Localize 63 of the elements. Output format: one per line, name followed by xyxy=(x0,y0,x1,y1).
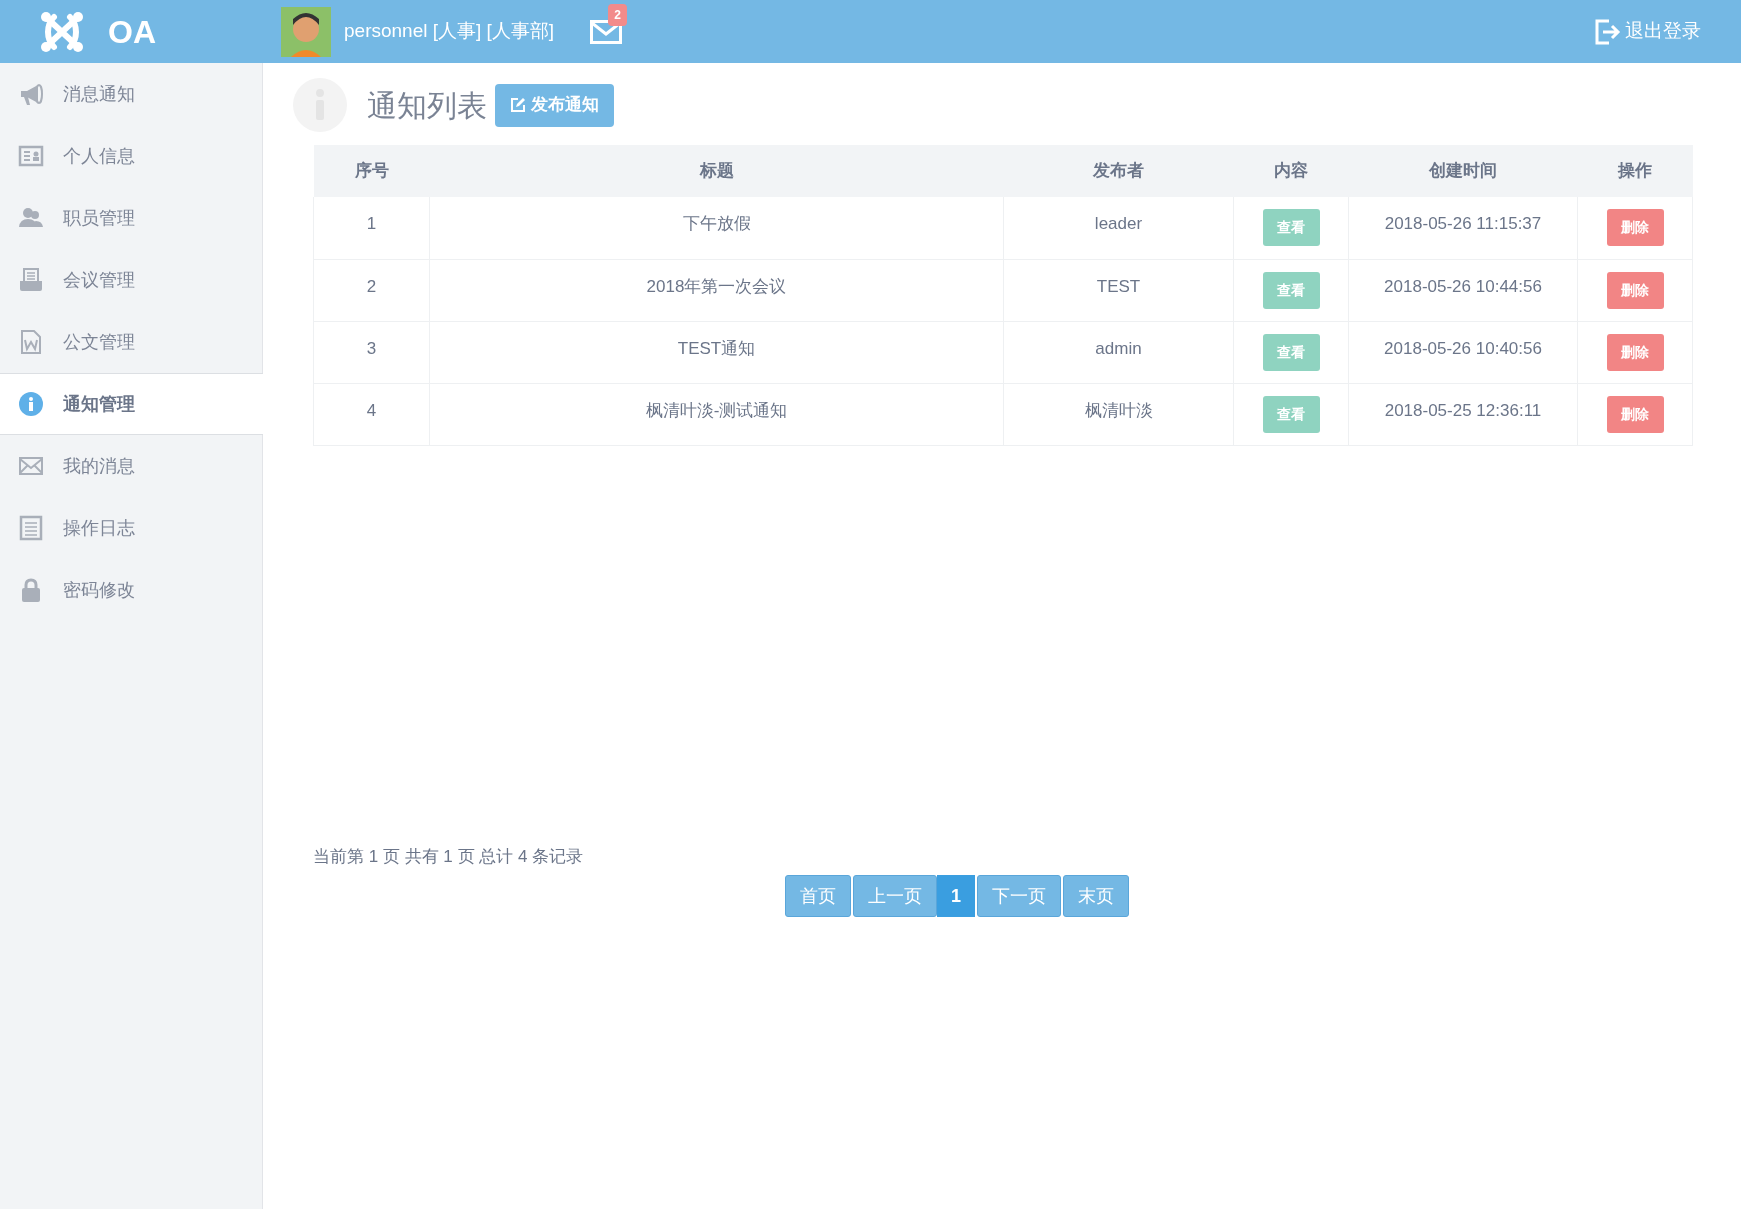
delete-button[interactable]: 删除 xyxy=(1606,271,1664,309)
avatar-icon xyxy=(281,6,331,57)
logo-text: OA xyxy=(108,12,156,52)
sidebar-item[interactable]: 密码修改 xyxy=(0,559,262,621)
view-button[interactable]: 查看 xyxy=(1262,209,1320,246)
column-header: 发布者 xyxy=(1003,145,1234,197)
page-button[interactable]: 末页 xyxy=(1063,875,1129,917)
page-button[interactable]: 上一页 xyxy=(853,875,937,917)
logout-button[interactable]: 退出登录 xyxy=(1593,17,1701,46)
delete-button[interactable]: 删除 xyxy=(1606,333,1664,371)
table-cell: TEST通知 xyxy=(677,338,756,358)
sidebar-item[interactable]: 操作日志 xyxy=(0,497,262,559)
table-cell: 枫清叶淡 xyxy=(1084,400,1153,420)
view-button[interactable]: 查看 xyxy=(1262,271,1320,309)
pagination-summary: 当前第 1 页 共有 1 页 总计 4 条记录 xyxy=(313,845,585,868)
column-header: 内容 xyxy=(1233,145,1349,197)
view-button[interactable]: 查看 xyxy=(1262,333,1320,371)
page-button[interactable]: 1 xyxy=(937,875,975,917)
sidebar-item[interactable]: 会议管理 xyxy=(0,249,262,311)
info-icon xyxy=(293,78,347,132)
view-button[interactable]: 查看 xyxy=(1262,395,1320,433)
info-icon xyxy=(18,391,44,417)
sidebar-item[interactable]: 我的消息 xyxy=(0,435,262,497)
table-cell: 4 xyxy=(366,400,377,420)
table-cell: 2018-05-26 11:15:37 xyxy=(1384,214,1542,233)
sidebar-item[interactable]: 职员管理 xyxy=(0,187,262,249)
table-cell: 2018-05-26 10:40:56 xyxy=(1384,338,1542,358)
mail-icon[interactable] xyxy=(590,19,623,44)
table-cell: 3 xyxy=(366,338,377,358)
tray-icon xyxy=(18,267,44,293)
page-button[interactable]: 首页 xyxy=(785,875,851,917)
table-cell: 2018-05-25 12:36:11 xyxy=(1384,400,1542,420)
column-header: 操作 xyxy=(1577,145,1693,197)
user-name: personnel [人事] [人事部] xyxy=(344,19,555,44)
table-cell: admin xyxy=(1095,338,1142,358)
document-icon xyxy=(18,329,44,355)
mail-count-badge: 2 xyxy=(608,3,627,26)
table-cell: 2 xyxy=(366,276,377,296)
delete-button[interactable]: 删除 xyxy=(1606,395,1664,433)
sidebar-item[interactable]: 消息通知 xyxy=(0,63,262,125)
table-cell: 2018-05-26 10:44:56 xyxy=(1384,276,1542,296)
megaphone-icon xyxy=(18,81,44,107)
list-icon xyxy=(18,515,44,541)
edit-icon xyxy=(510,97,526,113)
column-header: 序号 xyxy=(313,145,430,197)
table-cell: 下午放假 xyxy=(682,214,751,233)
table-cell: 2018年第一次会议 xyxy=(646,276,787,296)
table-cell: 枫清叶淡-测试通知 xyxy=(645,400,788,420)
page-button[interactable]: 下一页 xyxy=(977,875,1061,917)
table-cell: leader xyxy=(1094,214,1143,233)
publish-button[interactable]: 发布通知 xyxy=(495,83,614,127)
id-card-icon xyxy=(18,143,44,169)
logout-icon xyxy=(1593,17,1621,46)
table-cell: TEST xyxy=(1096,276,1141,296)
column-header: 创建时间 xyxy=(1348,145,1578,197)
page-title: 通知列表 xyxy=(367,87,487,124)
sidebar-item[interactable]: 通知管理 xyxy=(0,373,263,435)
sidebar-item[interactable]: 个人信息 xyxy=(0,125,262,187)
logo-icon xyxy=(40,10,84,53)
column-header: 标题 xyxy=(429,145,1004,197)
sidebar-item[interactable]: 公文管理 xyxy=(0,311,262,373)
delete-button[interactable]: 删除 xyxy=(1606,209,1664,246)
table-cell: 1 xyxy=(366,214,377,233)
